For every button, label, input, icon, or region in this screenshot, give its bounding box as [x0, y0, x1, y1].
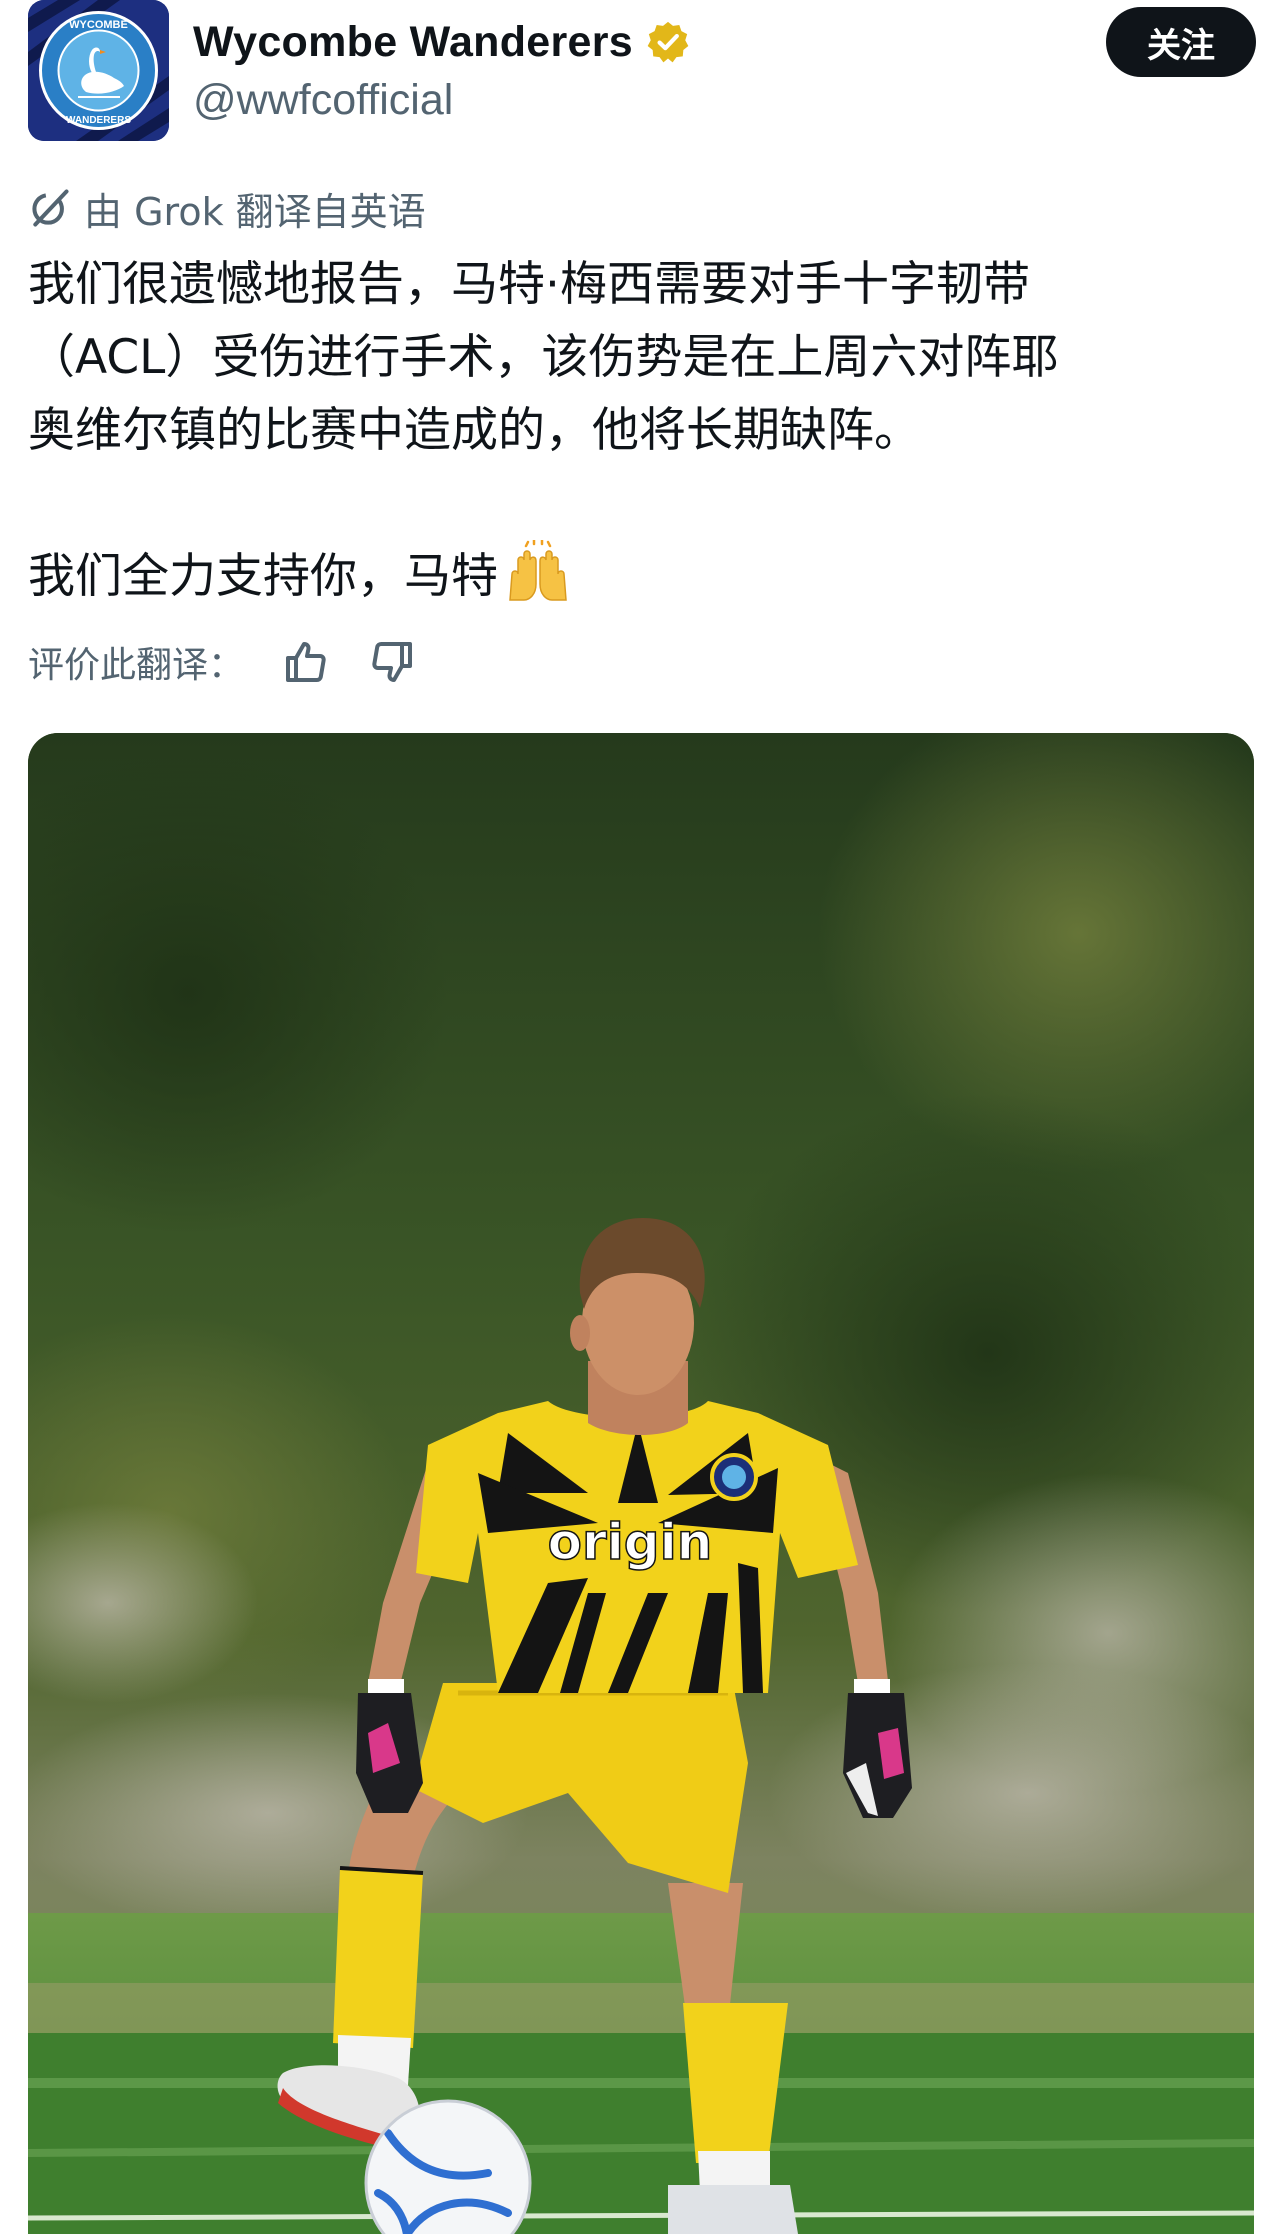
translation-notice[interactable]: 由 Grok 翻译自英语 — [28, 180, 426, 236]
rate-translation-label: 评价此翻译： — [28, 645, 245, 686]
tweet-closing-line: 我们全力支持你，马特 — [28, 538, 1256, 613]
tweet-photo[interactable]: origin — [28, 733, 1254, 2234]
thumbs-down-icon[interactable] — [366, 636, 418, 688]
tweet-text: 我们很遗憾地报告，马特·梅西需要对手十字韧带 （ACL）受伤进行手术，该伤势是在… — [28, 248, 1256, 613]
name-row: Wycombe Wanderers — [193, 14, 691, 70]
translation-notice-text: 由 Grok 翻译自英语 — [84, 189, 426, 234]
verified-badge-icon — [645, 19, 691, 65]
grok-icon — [28, 186, 72, 230]
avatar-text-top: WYCOMBE — [69, 19, 128, 31]
tweet-line: 我们很遗憾地报告，马特·梅西需要对手十字韧带 — [28, 257, 1030, 312]
display-name[interactable]: Wycombe Wanderers — [193, 18, 633, 67]
rate-translation-row: 评价此翻译： — [28, 632, 418, 692]
goalkeeper-photo-icon: origin — [28, 733, 1254, 2234]
avatar-text-bottom: WANDERERS — [66, 115, 131, 126]
tweet-line: 奥维尔镇的比赛中造成的，他将长期缺阵。 — [28, 403, 921, 458]
thumbs-up-icon[interactable] — [280, 636, 332, 688]
follow-button[interactable]: 关注 — [1106, 7, 1256, 77]
shirt-sponsor-text: origin — [548, 1513, 713, 1571]
raising-hands-emoji-icon — [504, 538, 572, 602]
avatar[interactable]: WYCOMBE WANDERERS — [28, 0, 169, 141]
tweet-line: （ACL）受伤进行手术，该伤势是在上周六对阵耶 — [28, 330, 1059, 385]
user-handle[interactable]: @wwfcofficial — [193, 76, 453, 125]
closing-line-text: 我们全力支持你，马特 — [28, 549, 498, 604]
wycombe-swan-crest-icon: WYCOMBE WANDERERS — [28, 0, 169, 141]
tweet-header: WYCOMBE WANDERERS Wycombe Wanderers @wwf… — [28, 0, 1256, 150]
